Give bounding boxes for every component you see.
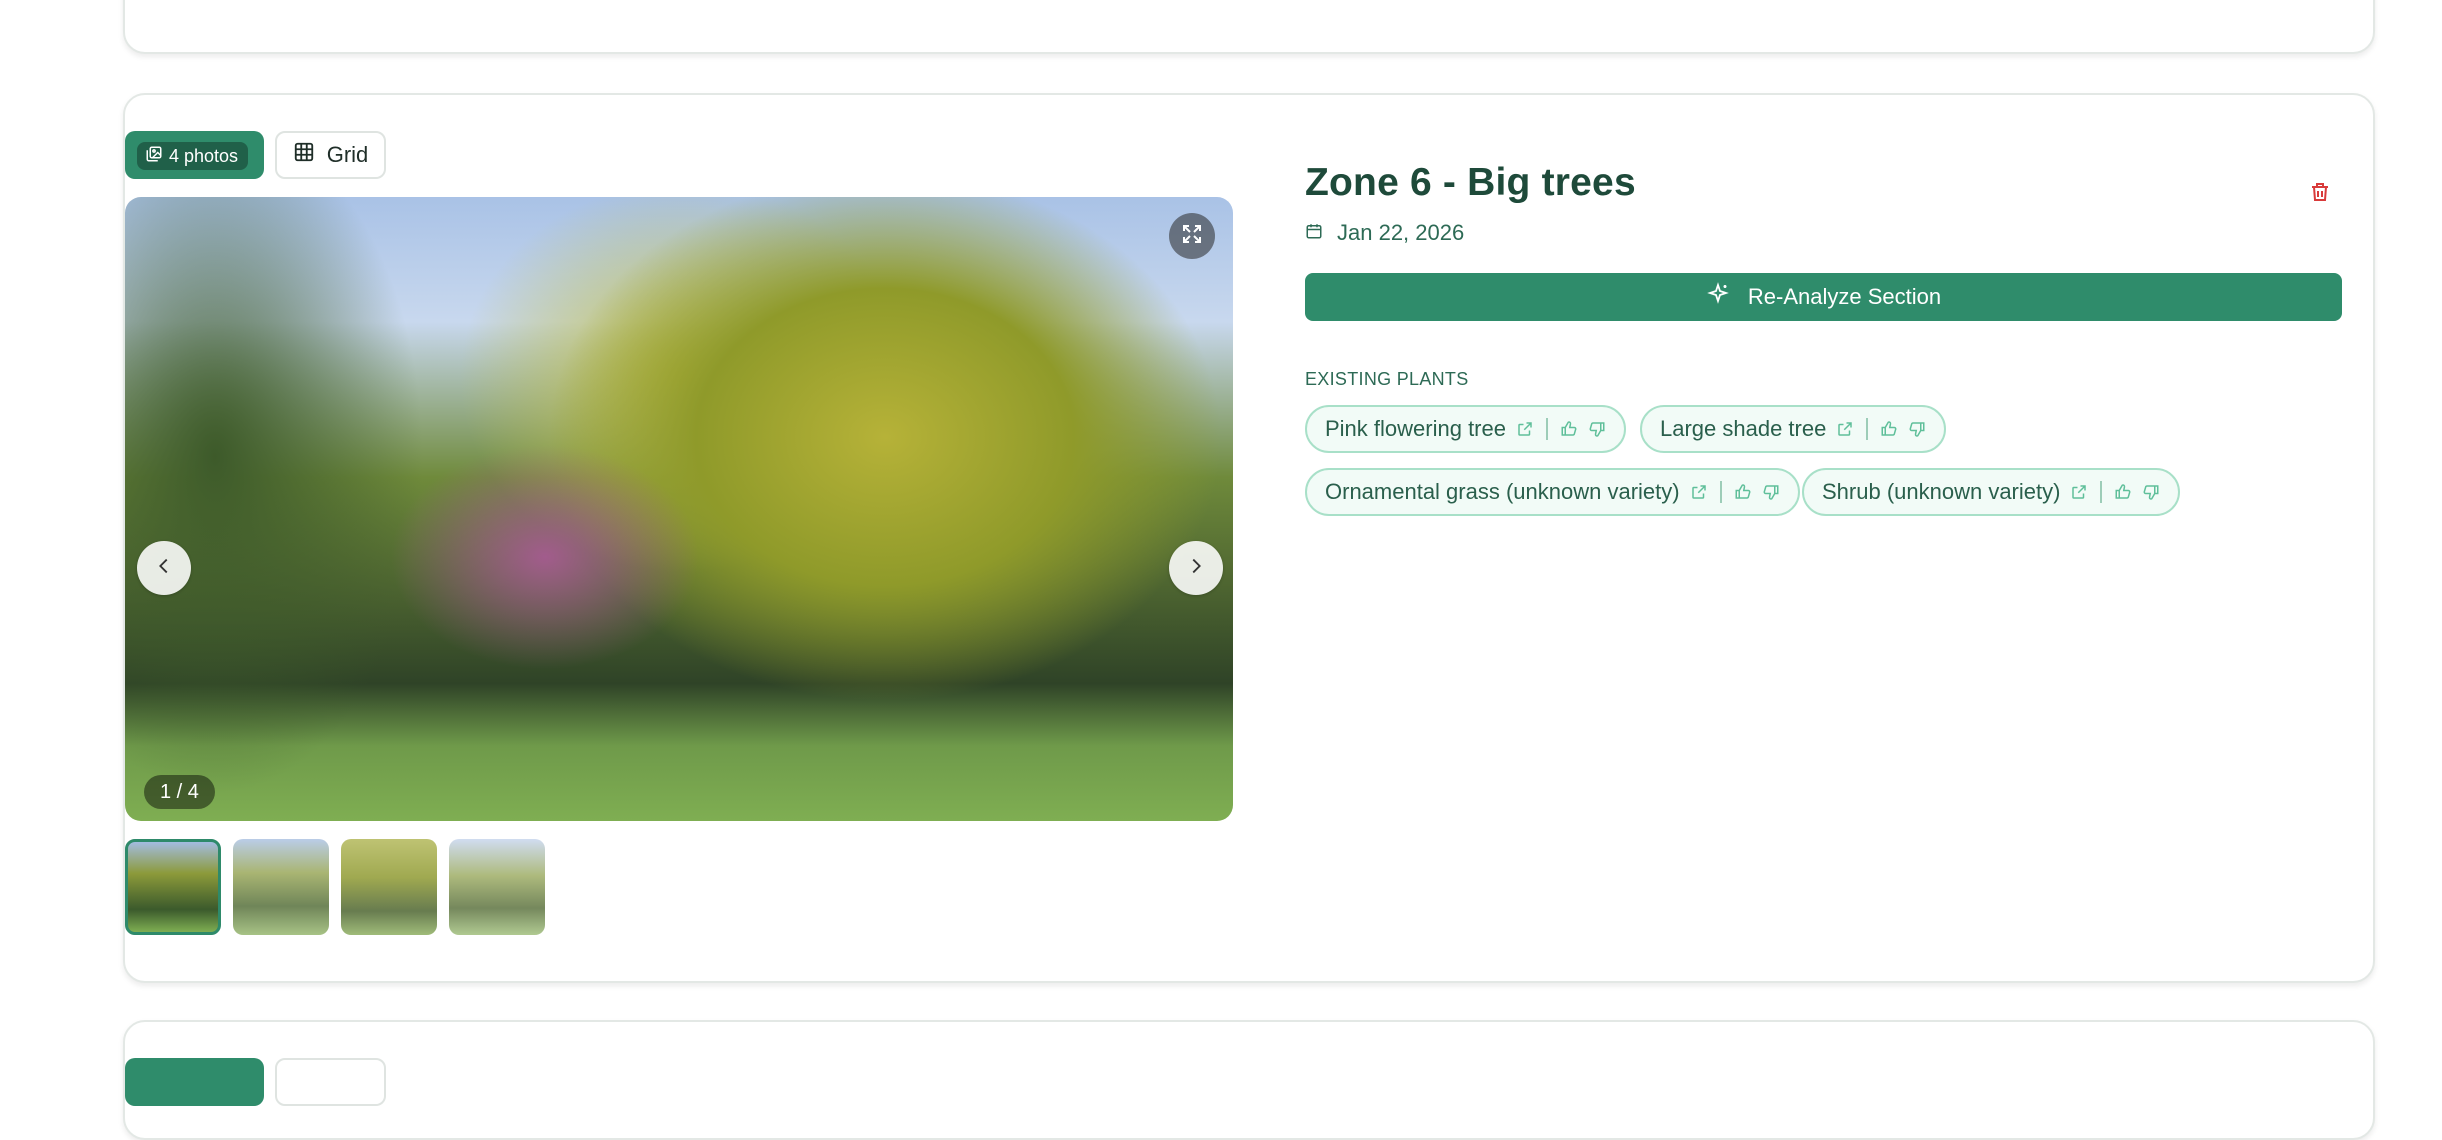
thumbs-up-icon[interactable] <box>1734 483 1752 501</box>
previous-section-card <box>123 0 2375 54</box>
plant-name: Large shade tree <box>1660 416 1827 441</box>
reanalyze-label: Re-Analyze Section <box>1747 284 1942 309</box>
plant-pill[interactable]: Large shade tree <box>1640 405 1947 453</box>
external-link-icon[interactable] <box>1516 420 1534 438</box>
thumbs-up-icon[interactable] <box>2114 483 2132 501</box>
divider <box>2100 481 2103 503</box>
next-section-card <box>123 1020 2375 1140</box>
delete-section-button[interactable] <box>2303 177 2337 211</box>
divider <box>1545 418 1548 440</box>
plant-pill[interactable]: Pink flowering tree <box>1305 405 1626 453</box>
thumbs-down-icon[interactable] <box>1762 483 1780 501</box>
section-card: 4 photos Grid 1 / 4 Zone 6 - Big trees J… <box>123 93 2375 983</box>
chevron-right-icon <box>1185 555 1207 582</box>
plant-pill[interactable]: Shrub (unknown variety) <box>1802 468 2181 516</box>
grid-view-button[interactable]: Grid <box>275 131 386 179</box>
existing-plants-heading: EXISTING PLANTS <box>1305 369 1469 389</box>
thumbs-up-icon[interactable] <box>1880 420 1898 438</box>
photos-badge[interactable] <box>125 1058 264 1106</box>
external-link-icon[interactable] <box>2070 483 2088 501</box>
section-photo[interactable]: 1 / 4 <box>125 197 1233 821</box>
plant-name: Ornamental grass (unknown variety) <box>1325 479 1680 504</box>
photos-badge[interactable]: 4 photos <box>125 131 264 179</box>
thumbnail[interactable] <box>125 839 221 935</box>
thumbnail[interactable] <box>449 839 545 935</box>
thumbs-up-icon[interactable] <box>1560 420 1578 438</box>
grid-button-label: Grid <box>326 142 369 167</box>
thumbs-down-icon[interactable] <box>1908 420 1926 438</box>
trash-icon <box>2308 180 2332 209</box>
plant-pill[interactable]: Ornamental grass (unknown variety) <box>1305 468 1800 516</box>
divider <box>1719 481 1722 503</box>
next-photo-button[interactable] <box>1169 541 1223 595</box>
external-link-icon[interactable] <box>1836 420 1854 438</box>
plant-name: Shrub (unknown variety) <box>1822 479 2061 504</box>
thumbs-down-icon[interactable] <box>2142 483 2160 501</box>
external-link-icon[interactable] <box>1690 483 1708 501</box>
thumbnail[interactable] <box>341 839 437 935</box>
date-text: Jan 22, 2026 <box>1337 220 1465 245</box>
reanalyze-section-button[interactable]: Re-Analyze Section <box>1305 273 2342 321</box>
grid-view-button[interactable] <box>275 1058 386 1106</box>
thumbnail[interactable] <box>233 839 329 935</box>
grid-icon <box>293 141 315 169</box>
plant-name: Pink flowering tree <box>1325 416 1506 441</box>
images-icon <box>145 145 163 168</box>
divider <box>1866 418 1869 440</box>
chevron-left-icon <box>153 555 175 582</box>
section-title: Zone 6 - Big trees <box>1305 161 1636 204</box>
calendar-icon <box>1305 220 1323 246</box>
previous-photo-button[interactable] <box>137 541 191 595</box>
photos-count-label: 4 photos <box>169 145 239 166</box>
expand-icon <box>1180 222 1204 251</box>
expand-button[interactable] <box>1169 213 1215 259</box>
section-date: Jan 22, 2026 <box>1305 220 1464 246</box>
thumbs-down-icon[interactable] <box>1588 420 1606 438</box>
photo-counter: 1 / 4 <box>144 775 215 809</box>
sparkles-icon <box>1706 282 1730 312</box>
